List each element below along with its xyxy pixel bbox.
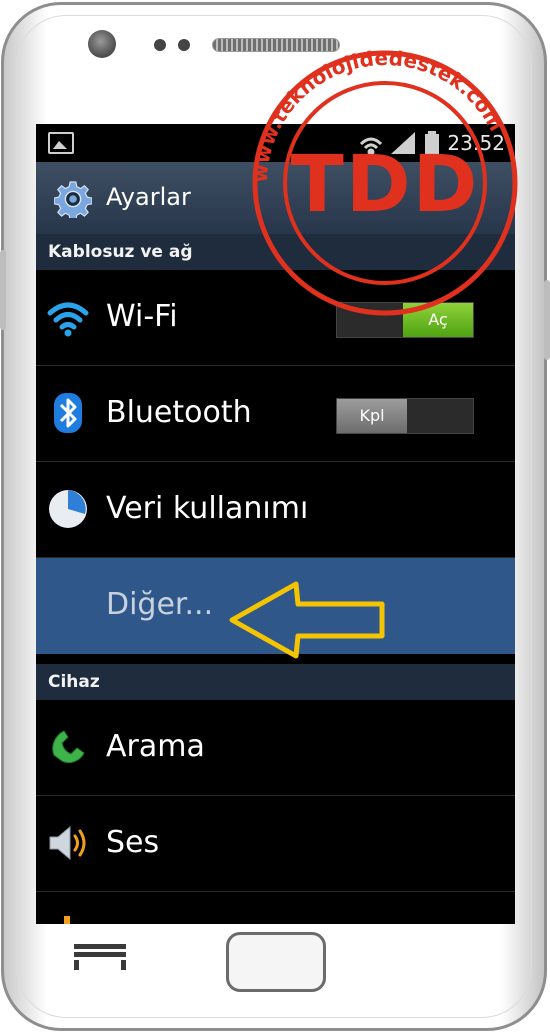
volume-button[interactable] xyxy=(0,250,6,330)
settings-item-label: Ses xyxy=(106,825,160,860)
section-header-device: Cihaz xyxy=(36,664,515,700)
data-usage-pie-icon xyxy=(49,490,87,528)
settings-item-call[interactable]: Arama xyxy=(36,700,515,796)
settings-item-label: Wi-Fi xyxy=(106,299,178,334)
proximity-sensor-icon xyxy=(154,39,166,51)
wifi-icon xyxy=(47,302,89,337)
bluetooth-toggle[interactable]: Kpl xyxy=(336,398,474,434)
partial-icon xyxy=(64,916,70,924)
watermark-stamp-icon: www.teknolojidedestek.com TDD xyxy=(248,48,518,316)
phone-icon xyxy=(52,730,85,764)
bluetooth-icon xyxy=(54,393,82,433)
light-sensor-icon xyxy=(178,39,190,51)
menu-key-icon[interactable] xyxy=(72,942,128,970)
settings-gear-icon xyxy=(54,181,92,218)
gallery-notification-icon xyxy=(48,132,74,154)
settings-item-label: Diğer... xyxy=(106,587,214,622)
front-camera-icon xyxy=(88,30,116,58)
watermark-stamp-text: TDD xyxy=(291,140,480,230)
settings-item-label: Arama xyxy=(106,729,205,764)
settings-item-label: Veri kullanımı xyxy=(106,491,309,526)
speaker-icon xyxy=(49,825,86,861)
page-title: Ayarlar xyxy=(106,183,191,211)
toggle-off-label: Kpl xyxy=(337,399,407,433)
section-header-label: Cihaz xyxy=(48,672,100,692)
settings-item-data-usage[interactable]: Veri kullanımı xyxy=(36,462,515,558)
settings-item-sound[interactable]: Ses xyxy=(36,796,515,892)
section-header-label: Kablosuz ve ağ xyxy=(48,242,193,262)
power-button[interactable] xyxy=(544,280,550,360)
settings-item-label: Bluetooth xyxy=(106,395,252,430)
settings-item-bluetooth[interactable]: Bluetooth Kpl xyxy=(36,366,515,462)
annotation-arrow-icon xyxy=(229,581,385,659)
settings-item-partial[interactable] xyxy=(36,892,515,924)
home-button[interactable] xyxy=(226,932,326,992)
